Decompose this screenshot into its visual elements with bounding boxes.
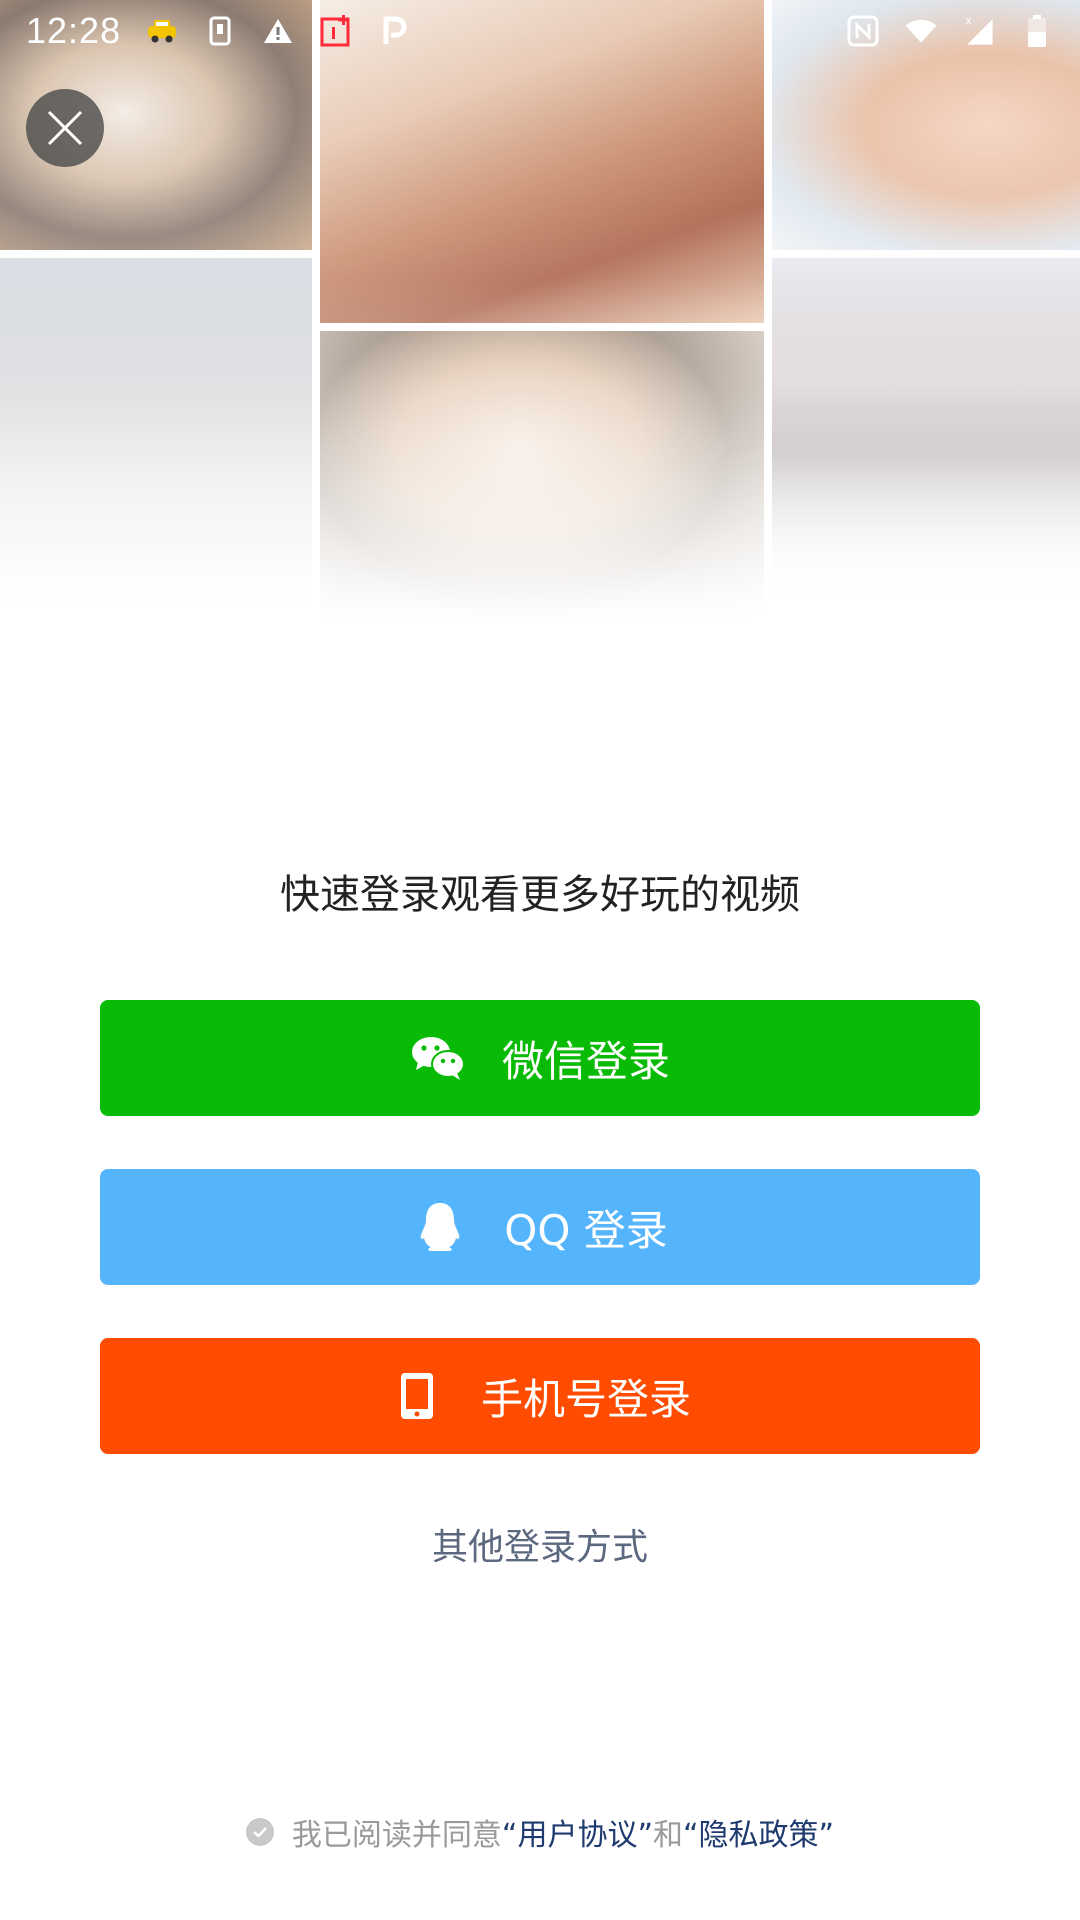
agreement-checkbox[interactable] [245, 1818, 274, 1846]
status-bar: 12:28 x [0, 0, 1080, 62]
svg-text:x: x [965, 16, 971, 27]
phone-login-button[interactable]: 手机号登录 [100, 1338, 980, 1454]
taxi-icon [145, 14, 179, 48]
status-time: 12:28 [26, 10, 122, 51]
wechat-login-label: 微信登录 [501, 1036, 670, 1086]
close-button[interactable] [26, 89, 104, 167]
agreement-row: 我已阅读并同意 “用户协议” 和 “隐私政策” [0, 1810, 1080, 1854]
login-screen: 12:28 x 快速登录观看更多好玩的视频 微信登录 QQ 登录 手机号登录 其… [0, 0, 1080, 1920]
user-agreement-link[interactable]: “用户协议” [502, 1810, 653, 1854]
status-right-group: x [846, 14, 1054, 48]
oneplus-icon [319, 14, 353, 48]
qq-penguin-icon [412, 1199, 468, 1255]
agreement-prefix: 我已阅读并同意 [291, 1818, 502, 1853]
close-icon [47, 110, 83, 146]
phone-login-label: 手机号登录 [480, 1374, 691, 1424]
photo-collage [0, 0, 1080, 620]
wechat-icon [410, 1030, 466, 1086]
phone-icon [389, 1368, 445, 1424]
warning-icon [261, 14, 295, 48]
wifi-icon [904, 14, 938, 48]
parking-icon [377, 14, 411, 48]
sim-card-icon [203, 14, 237, 48]
privacy-policy-link[interactable]: “隐私政策” [683, 1810, 834, 1854]
other-login-link[interactable]: 其他登录方式 [0, 1518, 1080, 1570]
qq-login-button[interactable]: QQ 登录 [100, 1169, 980, 1285]
agreement-conjunction: 和 [653, 1818, 683, 1853]
check-icon [253, 1827, 267, 1838]
battery-icon [1020, 14, 1054, 48]
signal-icon: x [962, 14, 996, 48]
wechat-login-button[interactable]: 微信登录 [100, 1000, 980, 1116]
login-prompt: 快速登录观看更多好玩的视频 [280, 872, 800, 918]
nfc-icon [846, 14, 880, 48]
collage-fade-overlay [0, 0, 1080, 620]
status-left-group: 12:28 [26, 10, 411, 52]
qq-login-label: QQ 登录 [504, 1205, 668, 1255]
